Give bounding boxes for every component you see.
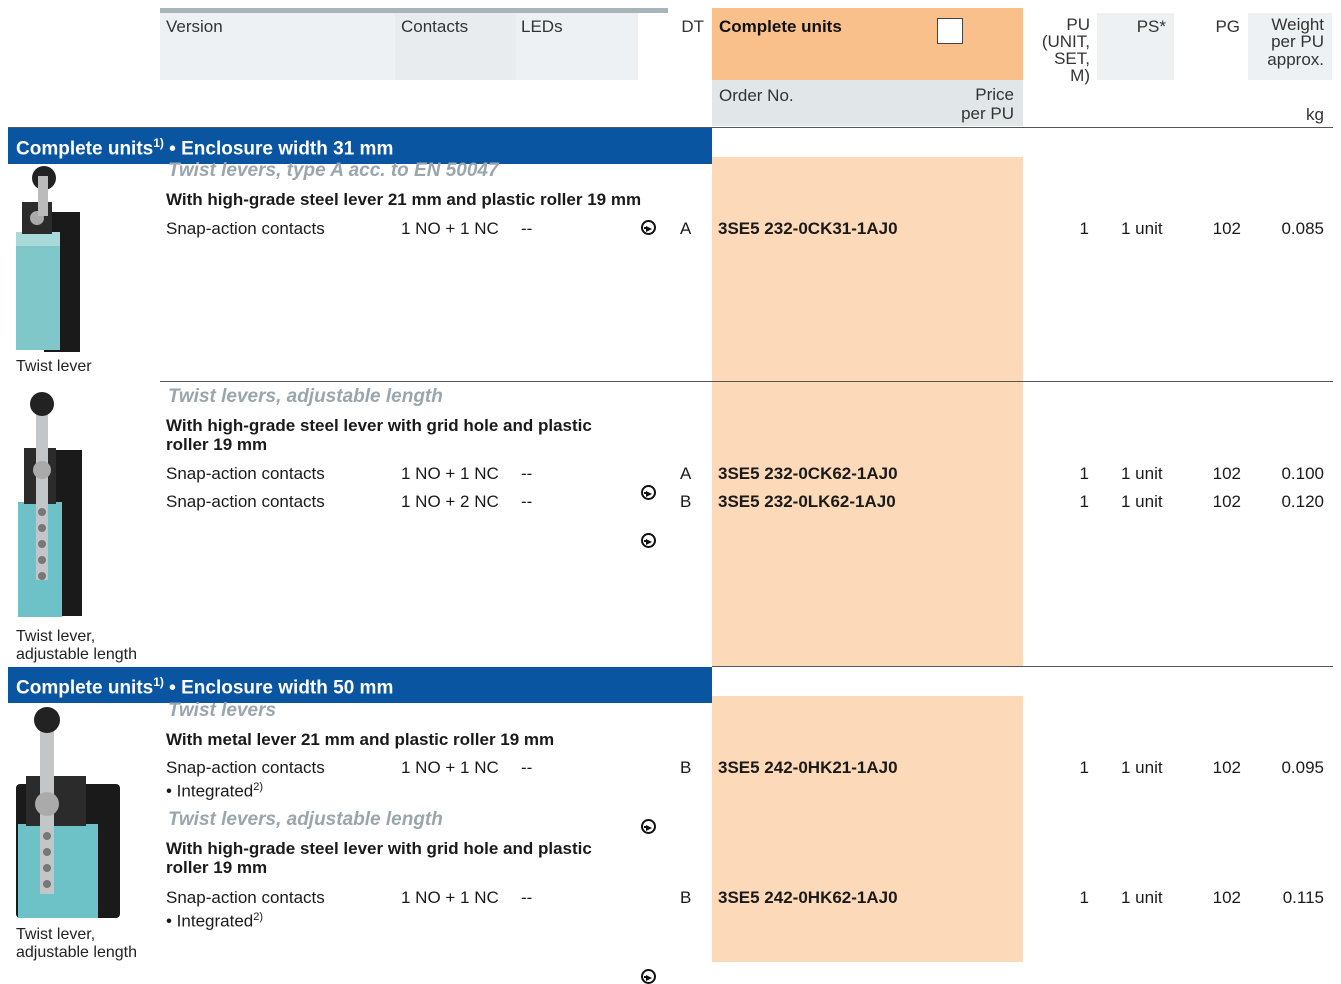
contacts-cell: 1 NO + 2 NC [401, 492, 499, 511]
ps-cell: 1 unit [1121, 492, 1163, 511]
header-complete-units: Complete units [719, 17, 842, 36]
version-cell: Snap-action contacts [166, 492, 325, 511]
leds-cell: -- [521, 492, 533, 511]
pu-cell: 1 [1079, 758, 1089, 777]
weight-cell: 0.120 [1281, 492, 1324, 511]
twist-lever-adjustable-image [18, 392, 82, 617]
ps-cell: 1 unit [1121, 464, 1163, 483]
version-cell: Snap-action contacts [166, 888, 325, 907]
twist-lever-50mm-image [16, 707, 120, 918]
order-number[interactable]: 3SE5 242-0HK62-1AJ0 [718, 888, 898, 908]
weight-cell: 0.100 [1281, 464, 1324, 483]
header-price-2: per PU [961, 104, 1014, 123]
image-caption-line1: Twist lever, [16, 926, 96, 943]
twist-lever-image [16, 166, 80, 352]
image-caption-line2: adjustable length [16, 944, 137, 961]
header-pu-2: (UNIT, [1041, 32, 1090, 51]
weight-cell: 0.085 [1281, 219, 1324, 238]
header-pg: PG [1215, 17, 1240, 36]
contacts-cell: 1 NO + 1 NC [401, 219, 499, 238]
pu-cell: 1 [1079, 219, 1089, 238]
order-number[interactable]: 3SE5 232-0LK62-1AJ0 [718, 492, 896, 512]
section-rule [712, 666, 1333, 667]
header-leds: LEDs [521, 17, 563, 36]
arrow-right-icon [641, 533, 656, 548]
weight-cell: 0.095 [1281, 758, 1324, 777]
group-description: With high-grade steel lever 21 mm and pl… [166, 190, 642, 209]
version-cell: Snap-action contacts [166, 464, 325, 483]
header-weight-3: approx. [1267, 50, 1324, 69]
leds-cell: -- [521, 758, 533, 777]
header-ps: PS* [1136, 17, 1166, 36]
group-subtitle: Twist levers [168, 700, 277, 721]
group-divider [160, 381, 1333, 382]
order-col-bg-1 [712, 157, 1023, 381]
group-description-line1: With high-grade steel lever with grid ho… [166, 839, 592, 858]
group-subtitle: Twist levers, adjustable length [168, 809, 443, 830]
image-caption-line2: adjustable length [16, 646, 137, 663]
pg-cell: 102 [1212, 219, 1241, 238]
contacts-cell: 1 NO + 1 NC [401, 888, 499, 907]
group-description-line2: roller 19 mm [166, 858, 268, 877]
header-pu-4: M) [1070, 66, 1090, 85]
leds-cell: -- [521, 219, 533, 238]
leds-cell: -- [521, 888, 533, 907]
header-contacts: Contacts [401, 17, 469, 36]
header-weight-2: per PU [1271, 32, 1324, 51]
group-description-line2: roller 19 mm [166, 435, 268, 454]
header-version: Version [166, 17, 223, 36]
arrow-right-icon [641, 485, 656, 500]
table-row: Snap-action contacts • Integrated2) 1 NO… [0, 80, 1341, 984]
dt-cell: B [680, 492, 692, 511]
weight-cell: 0.115 [1282, 888, 1324, 907]
header-pu-3: SET, [1054, 49, 1090, 68]
dt-cell: A [680, 464, 692, 483]
pu-cell: 1 [1079, 888, 1089, 907]
version-cell: Snap-action contacts [166, 219, 325, 238]
version-subcell: • Integrated2) [166, 781, 264, 801]
header-price-1: Price [975, 85, 1014, 104]
header-order-no: Order No. [719, 86, 794, 105]
order-checkbox[interactable] [937, 18, 963, 44]
pu-cell: 1 [1079, 464, 1089, 483]
pg-cell: 102 [1212, 888, 1241, 907]
section-title-50mm: Complete units1) • Enclosure width 50 mm [8, 667, 712, 704]
leds-cell: -- [521, 464, 533, 483]
version-cell: Snap-action contacts [166, 758, 325, 777]
dt-cell: A [680, 219, 692, 238]
image-caption: Twist lever [16, 358, 92, 375]
header-kg: kg [1306, 105, 1324, 124]
version-subcell: • Integrated2) [166, 911, 264, 931]
image-caption-line1: Twist lever, [16, 628, 96, 645]
contacts-cell: 1 NO + 1 NC [401, 464, 499, 483]
contacts-cell: 1 NO + 1 NC [401, 758, 499, 777]
group-subtitle: Twist levers, type A acc. to EN 50047 [168, 160, 499, 181]
order-number[interactable]: 3SE5 232-0CK31-1AJ0 [718, 219, 898, 239]
dt-cell: B [680, 888, 692, 907]
arrow-right-icon [641, 819, 656, 834]
pg-cell: 102 [1212, 758, 1241, 777]
pg-cell: 102 [1212, 464, 1241, 483]
group-description-line1: With high-grade steel lever with grid ho… [166, 416, 592, 435]
group-description: With metal lever 21 mm and plastic rolle… [166, 730, 555, 749]
pu-cell: 1 [1079, 492, 1089, 511]
arrow-right-icon [641, 220, 656, 235]
header-weight-1: Weight [1271, 15, 1324, 34]
header-dt: DT [681, 17, 704, 36]
ps-cell: 1 unit [1121, 219, 1163, 238]
arrow-right-icon [641, 969, 656, 984]
pg-cell: 102 [1212, 492, 1241, 511]
group-subtitle: Twist levers, adjustable length [168, 386, 443, 407]
ps-cell: 1 unit [1121, 758, 1163, 777]
dt-cell: B [680, 758, 692, 777]
order-col-bg-2 [712, 382, 1023, 666]
order-col-bg-3 [712, 696, 1023, 962]
header-pu-1: PU [1066, 15, 1090, 34]
ps-cell: 1 unit [1121, 888, 1163, 907]
order-number[interactable]: 3SE5 242-0HK21-1AJ0 [718, 758, 898, 778]
section-title-31mm: Complete units1) • Enclosure width 31 mm [8, 128, 712, 165]
order-number[interactable]: 3SE5 232-0CK62-1AJ0 [718, 464, 898, 484]
